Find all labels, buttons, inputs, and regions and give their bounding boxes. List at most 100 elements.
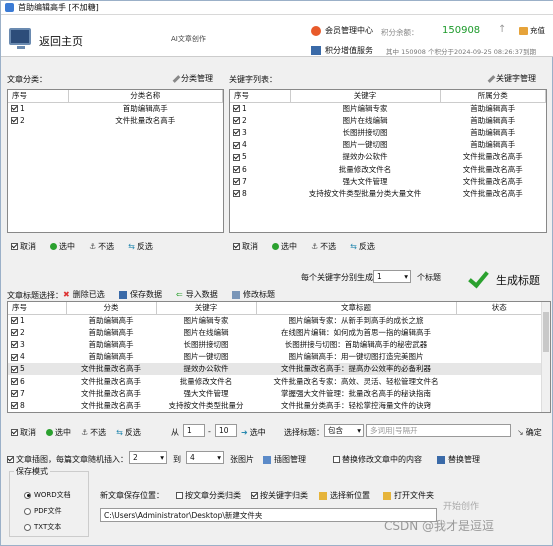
choose-location-button[interactable]: 选择新位置 xyxy=(319,490,370,501)
table-row[interactable]: 1 首助编辑高手 图片编辑专家 图片编辑专家：从新手到高手的成长之旅 xyxy=(8,314,543,326)
insert-images-checkbox[interactable]: 文章插图，每篇文章随机插入： xyxy=(7,454,128,465)
mode-txt-radio[interactable]: TXT文本 xyxy=(24,522,61,532)
column-header: 所属分类 xyxy=(440,90,546,103)
table-row[interactable]: 1 首助编辑高手 xyxy=(8,102,223,114)
vertical-scrollbar[interactable] xyxy=(541,302,550,412)
table-row[interactable]: 4 首助编辑高手 图片一键切图 图片编辑高手：用一键切图打造完美图片 xyxy=(8,351,543,363)
row-checkbox[interactable] xyxy=(11,105,18,113)
save-mode-group: 保存模式 WORD文档 PDF文件 TXT文本 xyxy=(9,466,89,537)
deselect-button[interactable]: ⚓ 不选 xyxy=(311,241,336,252)
import-data-button[interactable]: ⇐ 导入数据 xyxy=(176,289,218,300)
confirm-button[interactable]: ↘ 确定 xyxy=(517,427,542,438)
invert-button[interactable]: ⇆ 反选 xyxy=(350,241,375,252)
per-keyword-unit: 个标题 xyxy=(417,273,441,282)
arrow-up-icon: ↑ xyxy=(498,24,507,35)
ai-create-label[interactable]: AI文章创作 xyxy=(171,34,206,44)
replace-content-checkbox[interactable]: 替换修改文章中的内容 xyxy=(333,454,422,465)
match-mode-select[interactable]: 包含 ▾ xyxy=(324,424,364,437)
images-min-select[interactable]: 2 ▾ xyxy=(129,451,167,464)
recharge-button[interactable]: 充值 xyxy=(519,25,545,36)
table-row[interactable]: 3 长图拼接切图 首助编辑高手 xyxy=(230,126,546,138)
import-icon: ⇐ xyxy=(176,290,183,299)
column-header: 文章标题 xyxy=(256,302,457,315)
table-row[interactable]: 7 强大文件管理 文件批量改名高手 xyxy=(230,175,546,187)
header: 返回主页 AI文章创作 会员管理中心 积分余额： 150908 ↑ 充值 积分增… xyxy=(1,15,553,57)
category-table: 序号 分类名称 1 首助编辑高手 2 文件批量改名高手 xyxy=(7,89,224,233)
table-row[interactable]: 6 文件批量改名高手 批量修改文件名 文件批量改名专家：高效、灵活、轻松管理文件名 xyxy=(8,375,543,387)
keyword-table: 序号 关键字 所属分类 1 图片编辑专家 首助编辑高手 2 图片在线编辑 首助编辑高手 … xyxy=(229,89,547,233)
category-manage-button[interactable]: 分类管理 xyxy=(172,73,213,84)
arrow-right-icon: ➜ xyxy=(241,428,248,437)
category-select-bar: 取消 选中 ⚓ 不选 ⇆ 反选 xyxy=(11,241,153,252)
table-row[interactable]: 2 图片在线编辑 首助编辑高手 xyxy=(230,114,546,126)
per-keyword-select[interactable]: 1 ▾ xyxy=(373,270,411,283)
images-unit-label: 张图片 xyxy=(230,455,254,464)
table-row[interactable]: 1 图片编辑专家 首助编辑高手 xyxy=(230,102,546,114)
cancel-button[interactable]: 取消 xyxy=(11,241,36,252)
keyword-manage-button[interactable]: 关键字管理 xyxy=(487,73,536,84)
anchor-icon: ⚓ xyxy=(81,428,89,437)
table-row[interactable]: 2 文件批量改名高手 xyxy=(8,114,223,126)
range-select-button[interactable]: ➜ 选中 xyxy=(241,427,266,438)
cancel-button[interactable]: 取消 xyxy=(11,427,36,438)
edit-titles-button[interactable]: 修改标题 xyxy=(232,289,275,300)
service-link[interactable]: 积分增值服务 xyxy=(311,45,373,56)
range-from-label: 从 xyxy=(171,428,179,437)
range-to-input[interactable]: 10 xyxy=(215,424,237,437)
invert-button[interactable]: ⇆ 反选 xyxy=(116,427,141,438)
check-icon xyxy=(468,270,488,290)
column-header: 分类名称 xyxy=(68,90,223,103)
select-all-button[interactable]: 选中 xyxy=(50,241,75,252)
deselect-button[interactable]: ⚓ 不选 xyxy=(81,427,106,438)
table-row[interactable]: 5 文件批量改名高手 提效办公软件 文件批量改名高手：提高办公效率的必备利器 xyxy=(8,362,543,375)
book-icon xyxy=(437,455,445,464)
deselect-button[interactable]: ⚓ 不选 xyxy=(89,241,114,252)
table-row[interactable]: 7 文件批量改名高手 强大文件管理 掌握强大文件管理：批量改名高手的秘诀指南 xyxy=(8,387,543,399)
per-keyword-label: 每个关键字分别生成： xyxy=(301,273,381,282)
column-header: 序号 xyxy=(8,302,67,315)
by-category-checkbox[interactable]: 按文章分类归类 xyxy=(176,490,241,501)
invert-button[interactable]: ⇆ 反选 xyxy=(128,241,153,252)
save-data-button[interactable]: 保存数据 xyxy=(119,289,162,300)
save-icon xyxy=(119,290,127,299)
table-row[interactable]: 6 批量修改文件名 文件批量改名高手 xyxy=(230,163,546,175)
member-center-link[interactable]: 会员管理中心 xyxy=(311,25,373,36)
mode-pdf-radio[interactable]: PDF文件 xyxy=(24,506,62,516)
by-keyword-checkbox[interactable]: 按关键字归类 xyxy=(251,490,308,501)
table-row[interactable]: 8 支持按文件类型批量分类大量文件 文件批量改名高手 xyxy=(230,187,546,199)
anchor-icon: ⚓ xyxy=(311,242,319,251)
replace-manage-button[interactable]: 替换管理 xyxy=(437,454,480,465)
save-mode-title: 保存模式 xyxy=(14,466,50,477)
book-icon xyxy=(311,46,321,55)
watermark: CSDN @我才是逗逗 xyxy=(384,519,495,533)
open-folder-button[interactable]: 打开文件夹 xyxy=(383,490,434,501)
column-header: 分类 xyxy=(66,302,157,315)
save-location-label: 新文章保存位置： xyxy=(100,491,164,500)
cancel-button[interactable]: 取消 xyxy=(233,241,258,252)
table-row[interactable]: 2 首助编辑高手 图片在线编辑 在线图片编辑：如何成为首思一指的编辑高手 xyxy=(8,326,543,338)
table-row[interactable]: 4 图片一键切图 首助编辑高手 xyxy=(230,139,546,151)
select-all-button[interactable]: 选中 xyxy=(46,427,71,438)
table-row[interactable]: 8 文件批量改名高手 支持按文件类型批量分 文件批量分类高手：轻松掌控海量文件的诀窍 xyxy=(8,399,543,411)
edit-icon xyxy=(232,290,240,299)
delete-selected-button[interactable]: ✖ 删除已选 xyxy=(63,289,105,300)
table-row[interactable]: 5 提效办公软件 文件批量改名高手 xyxy=(230,151,546,163)
delete-icon: ✖ xyxy=(63,290,70,299)
mode-word-radio[interactable]: WORD文档 xyxy=(24,490,71,500)
images-max-select[interactable]: 4 ▾ xyxy=(186,451,224,464)
row-checkbox[interactable] xyxy=(11,117,18,125)
start-create-button[interactable]: 开始创作 xyxy=(443,499,479,512)
insert-manage-button[interactable]: 插图管理 xyxy=(263,454,306,465)
balance-label: 积分余额： xyxy=(381,28,419,37)
choose-title-label: 选择标题： xyxy=(284,428,324,437)
generate-titles-button[interactable]: 生成标题 xyxy=(468,270,540,290)
select-all-button[interactable]: 选中 xyxy=(272,241,297,252)
back-home-button[interactable]: 返回主页 xyxy=(39,33,83,49)
filter-input[interactable]: 多词用|号隔开 xyxy=(366,424,511,437)
select-icon xyxy=(272,243,279,250)
wrench-icon xyxy=(487,74,496,83)
range-from-input[interactable]: 1 xyxy=(183,424,205,437)
service-info: 其中 150908 个积分于2024-09-25 08:26:37到期 xyxy=(386,48,536,56)
table-row[interactable]: 3 首助编辑高手 长图拼接切图 长图拼接与切图：首助编辑高手的秘密武器 xyxy=(8,338,543,350)
select-icon xyxy=(46,429,53,436)
